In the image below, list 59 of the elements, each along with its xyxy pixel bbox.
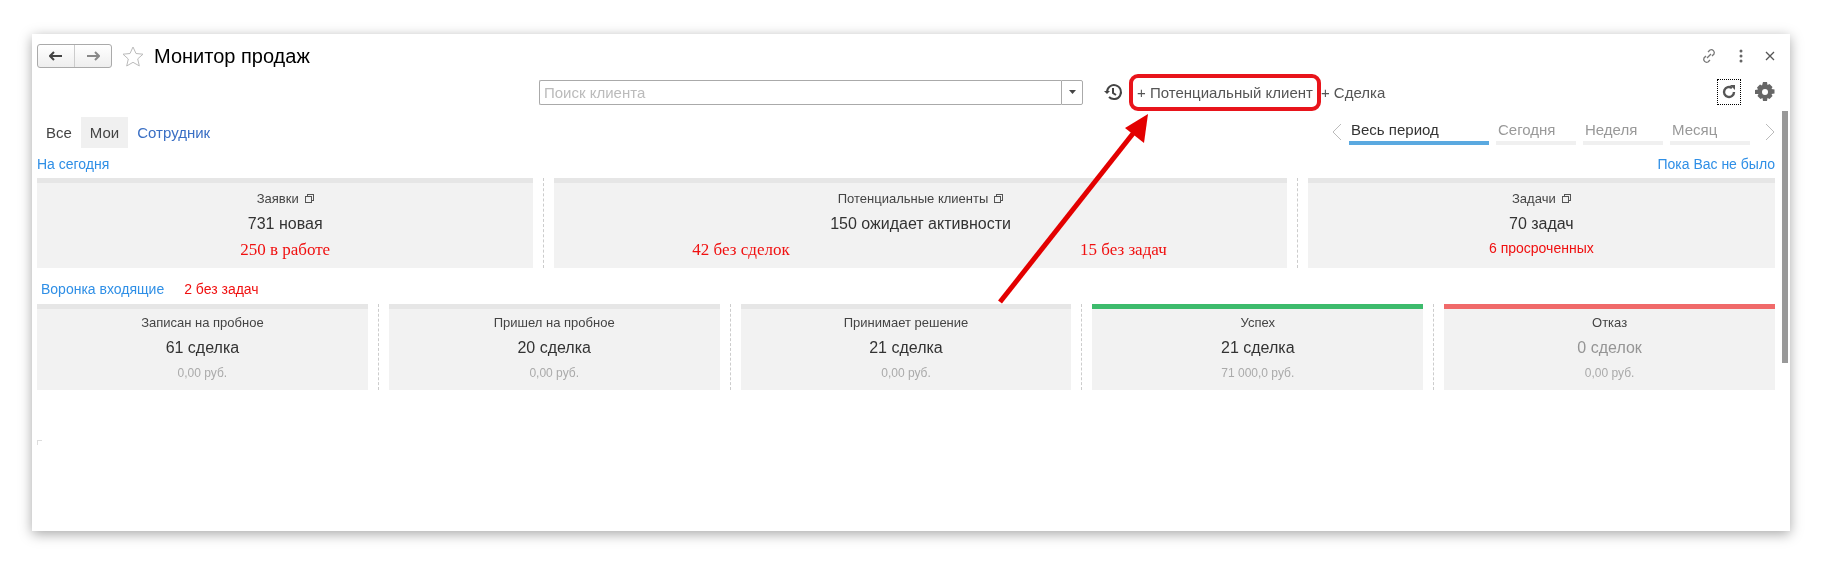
stage-value: 61 сделка — [165, 339, 240, 357]
stage-value: 0 сделок — [1577, 339, 1642, 357]
stage-value: 21 сделка — [869, 339, 943, 357]
back-arrow-icon[interactable] — [49, 51, 63, 61]
stage-value: 20 сделка — [517, 339, 591, 357]
card-value: 150 ожидает активности — [830, 215, 1011, 233]
close-icon[interactable] — [1765, 51, 1775, 61]
open-window-icon[interactable] — [994, 194, 1004, 203]
card-title: Потенциальные клиенты — [837, 191, 989, 206]
window-title: Монитор продаж — [154, 44, 310, 68]
card-value: 70 задач — [1509, 215, 1574, 233]
stage-card[interactable]: Успех 21 сделка 71 000,0 руб. — [1092, 304, 1424, 390]
stage-card[interactable]: Записан на пробное 61 сделка 0,00 руб. — [37, 304, 368, 390]
navigation-buttons[interactable] — [37, 44, 112, 68]
add-lead-button[interactable]: + Потенциальный клиент — [1129, 73, 1321, 111]
summary-card[interactable]: Потенциальные клиенты 150 ожидает активности 42 без сделок 15 без задач — [554, 178, 1287, 268]
stage-amount: 0,00 руб. — [881, 366, 931, 380]
stage-card[interactable]: Отказ 0 сделок 0,00 руб. — [1444, 304, 1775, 390]
funnel-link[interactable]: Воронка входящие — [41, 281, 165, 297]
stage-title: Пришел на пробное — [493, 315, 615, 330]
card-note[interactable]: 15 без задач — [1080, 240, 1167, 260]
history-icon[interactable] — [1103, 82, 1123, 102]
stage-card[interactable]: Принимает решение 21 сделка 0,00 руб. — [740, 304, 1072, 390]
period-tab[interactable]: Весь период — [1349, 119, 1489, 145]
star-icon[interactable] — [122, 45, 144, 67]
card-note[interactable]: 250 в работе — [240, 240, 331, 260]
card-title: Заявки — [256, 191, 299, 206]
stage-title: Записан на пробное — [141, 315, 264, 330]
settings-icon[interactable] — [1755, 82, 1775, 102]
stage-amount: 0,00 руб. — [1584, 366, 1635, 380]
stage-title: Успех — [1240, 315, 1275, 330]
summary-card[interactable]: Задачи 70 задач 6 просроченных — [1307, 178, 1775, 268]
stage-amount: 0,00 руб. — [177, 366, 228, 380]
summary-card[interactable]: Заявки 731 новая 250 в работе — [37, 178, 534, 268]
open-window-icon[interactable] — [1561, 194, 1571, 203]
stage-card[interactable]: Пришел на пробное 20 сделка 0,00 руб. — [388, 304, 720, 390]
stage-title: Отказ — [1592, 315, 1628, 330]
stage-title: Принимает решение — [843, 315, 969, 330]
card-note[interactable]: 6 просроченных — [1489, 240, 1594, 256]
link-icon[interactable] — [1701, 48, 1717, 64]
filter-tab[interactable]: Все — [37, 116, 81, 148]
stage-value: 21 сделка — [1221, 339, 1295, 357]
card-value: 731 новая — [247, 215, 323, 233]
filter-tab[interactable]: Мои — [80, 116, 129, 148]
stage-amount: 0,00 руб. — [529, 366, 579, 380]
search-field[interactable]: Поиск клиента — [539, 79, 1061, 105]
open-window-icon[interactable] — [304, 194, 314, 203]
scrollbar[interactable] — [1782, 111, 1788, 363]
filter-tab[interactable]: Сотрудник — [128, 116, 220, 148]
card-note[interactable]: 42 без сделок — [692, 240, 790, 260]
caret-icon[interactable] — [1068, 90, 1076, 94]
dropdown-button[interactable] — [1061, 79, 1083, 105]
funnel-alert[interactable]: 2 без задач — [184, 281, 259, 297]
card-title: Задачи — [1512, 191, 1556, 206]
stage-amount: 71 000,0 руб. — [1221, 366, 1295, 380]
refresh-icon[interactable] — [1721, 84, 1737, 100]
since-last-visit-link[interactable]: Пока Вас не было — [1657, 156, 1775, 172]
more-icon[interactable] — [1739, 49, 1743, 63]
forward-arrow-icon[interactable] — [86, 51, 100, 61]
